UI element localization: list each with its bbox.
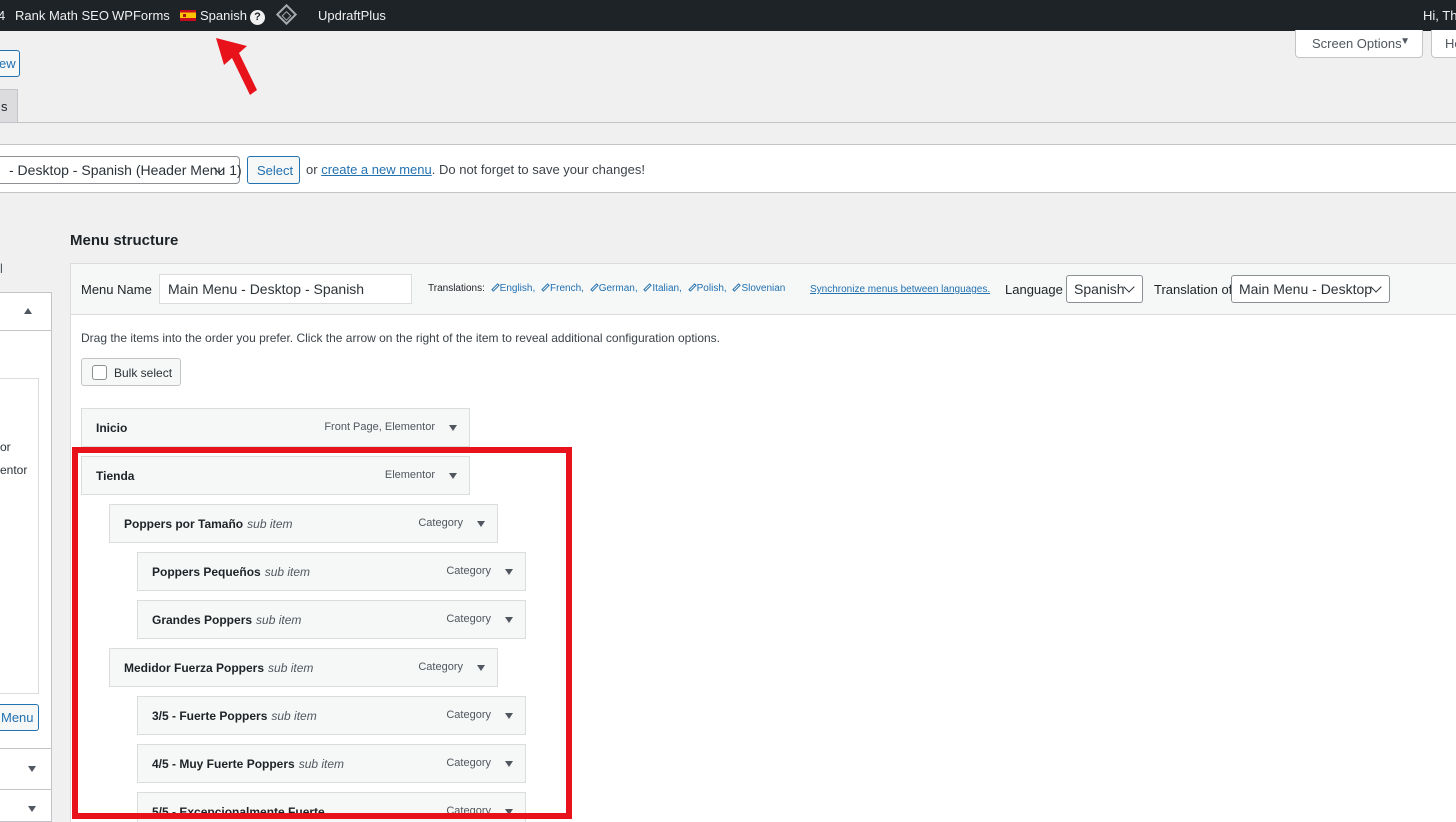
nav-tab-label: s (1, 99, 8, 114)
translation-of-label: Translation of (1154, 282, 1233, 297)
menu-header: Menu Name Main Menu - Desktop - Spanish … (71, 264, 1456, 315)
sidebar-partial-text: l (0, 261, 3, 276)
admin-bar-language-label: Spanish (200, 8, 247, 23)
toggle-arrow-icon[interactable] (449, 425, 457, 431)
translation-link-italian[interactable]: Italian, (643, 283, 682, 294)
panel-text-2: entor (0, 463, 28, 477)
add-to-menu-button[interactable]: Menu (0, 704, 39, 731)
expand-arrow-icon[interactable] (28, 766, 36, 772)
translation-link-slovenian[interactable]: Slovenian (732, 283, 785, 294)
highlight-box-annotation (72, 447, 572, 819)
add-new-label: ew (0, 56, 16, 71)
language-label: Language (1005, 282, 1063, 297)
panel-divider (0, 748, 52, 749)
synchronize-menus-link[interactable]: Synchronize menus between languages. (810, 284, 990, 295)
menu-select-dropdown[interactable]: - Desktop - Spanish (Header Menu 1) (0, 156, 242, 184)
drag-instructions: Drag the items into the order you prefer… (81, 331, 721, 345)
checkbox-icon[interactable] (92, 365, 107, 380)
menu-item-title: Inicio (96, 421, 128, 435)
chevron-down-icon (1123, 281, 1135, 293)
admin-bar-partial-icon[interactable]: 4 (0, 8, 5, 23)
bulk-select-button[interactable]: Bulk select (81, 358, 181, 386)
admin-bar-wpforms[interactable]: WPForms (112, 8, 170, 23)
pencil-icon (589, 283, 599, 292)
or-text: or (306, 162, 318, 177)
admin-bar-greeting[interactable]: Hi, Th (1423, 8, 1456, 23)
collapse-arrow-icon[interactable] (24, 308, 32, 314)
add-to-menu-label: Menu (1, 710, 34, 725)
menu-item[interactable]: Inicio Front Page, Elementor (81, 408, 470, 447)
admin-bar-rank-math[interactable]: Rank Math SEO (15, 8, 109, 23)
language-select-value: Spanish (1074, 281, 1125, 297)
panel-header[interactable] (0, 293, 51, 331)
admin-bar-updraftplus[interactable]: UpdraftPlus (318, 8, 386, 23)
panel-list-box (0, 378, 39, 694)
create-new-menu-link[interactable]: create a new menu (321, 162, 432, 177)
translations-label: Translations: (428, 283, 485, 294)
translation-link-english[interactable]: English, (490, 283, 535, 294)
menu-item-type: Front Page, Elementor (324, 421, 435, 433)
expand-arrow-icon[interactable] (28, 806, 36, 812)
pencil-icon (643, 283, 653, 292)
menu-select-value: - Desktop - Spanish (Header Menu 1) (9, 162, 242, 178)
translations-list: Translations: English, French, German, I… (428, 283, 785, 294)
select-menu-bar: - Desktop - Spanish (Header Menu 1) Sele… (0, 144, 1456, 193)
red-arrow-annotation (216, 38, 257, 95)
help-icon[interactable]: ? (249, 10, 265, 25)
pencil-icon (490, 283, 500, 292)
pencil-icon (732, 283, 742, 292)
select-button-label: Select (257, 163, 294, 178)
help-label: He (1445, 36, 1456, 51)
wpml-diamond-icon[interactable] (275, 3, 298, 26)
language-select[interactable]: Spanish (1066, 275, 1143, 303)
screen-options-label: Screen Options (1312, 36, 1402, 51)
select-button[interactable]: Select (247, 156, 300, 184)
panel-text-1: or (0, 440, 11, 454)
menu-name-label: Menu Name (81, 282, 152, 297)
translation-link-german[interactable]: German, (589, 283, 638, 294)
translation-of-select[interactable]: Main Menu - Desktop (1231, 275, 1390, 303)
menu-structure-title: Menu structure (70, 232, 179, 249)
admin-bar: 4 Rank Math SEO WPForms Spanish? Updraft… (0, 0, 1456, 31)
nav-tab-menus[interactable]: s (0, 89, 18, 123)
screen-options-button[interactable]: Screen Options ▼ (1295, 30, 1423, 58)
tab-divider (0, 122, 1456, 123)
select-bar-text: or create a new menu. Do not forget to s… (306, 162, 645, 177)
save-reminder-text: . Do not forget to save your changes! (431, 162, 645, 177)
pencil-icon (541, 283, 550, 292)
add-new-button[interactable]: ew (0, 50, 20, 77)
translation-link-polish[interactable]: Polish, (687, 283, 727, 294)
translation-link-french[interactable]: French, (541, 283, 584, 294)
help-button[interactable]: He (1431, 30, 1456, 58)
menu-name-input[interactable]: Main Menu - Desktop - Spanish (159, 274, 412, 304)
translation-of-value: Main Menu - Desktop (1239, 281, 1373, 297)
bulk-select-label: Bulk select (114, 366, 173, 380)
admin-bar-language-switcher[interactable]: Spanish? (180, 8, 265, 25)
flag-spain-icon (180, 10, 196, 21)
panel-divider (0, 789, 52, 790)
caret-down-icon: ▼ (1400, 36, 1410, 47)
pencil-icon (687, 283, 697, 292)
